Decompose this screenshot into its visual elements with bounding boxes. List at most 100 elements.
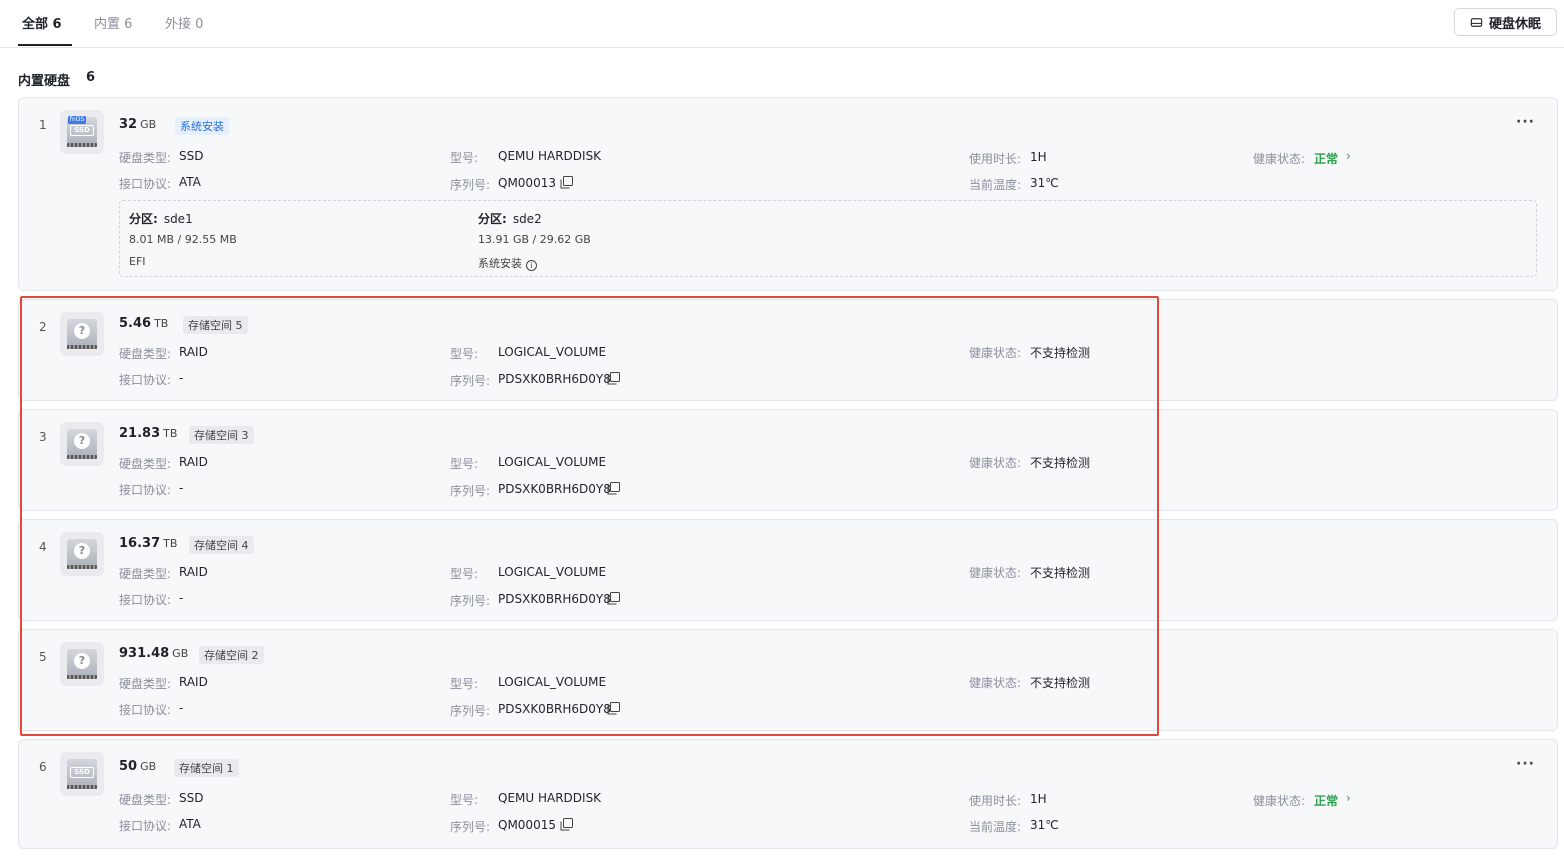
serial-label: 序列号: [450, 178, 491, 192]
disk-type-label: 硬盘类型: [119, 347, 172, 361]
disk-capacity: 50 GB [119, 759, 157, 774]
disk-card-4[interactable]: 4 ? 16.37 TB 存储空间 4 硬盘类型: RAID 型号: LOGICA… [18, 519, 1558, 621]
serial-value: QM00015 [498, 818, 556, 832]
model-label: 型号: [450, 793, 479, 807]
disk-type-label: 硬盘类型: [119, 151, 172, 165]
disk-capacity: 21.83 TB [119, 426, 178, 441]
active-tab-indicator [18, 44, 72, 46]
copy-icon[interactable] [607, 372, 620, 385]
unknown-disk-icon: ? [60, 422, 104, 466]
serial-label: 序列号: [450, 374, 491, 388]
more-options-icon[interactable]: ··· [1516, 756, 1535, 772]
protocol-value: - [179, 371, 184, 385]
model-label: 型号: [450, 347, 479, 361]
health-value[interactable]: 正常 [1314, 150, 1338, 167]
health-label: 健康状态: [1253, 152, 1306, 166]
disk-type-label: 硬盘类型: [119, 457, 172, 471]
disk-type-value: SSD [179, 149, 204, 163]
serial-label: 序列号: [450, 594, 491, 608]
model-value: QEMU HARDDISK [498, 149, 602, 163]
disk-index: 6 [39, 760, 47, 774]
disk-type-value: SSD [179, 791, 204, 805]
protocol-value: - [179, 481, 184, 495]
disk-card-3[interactable]: 3 ? 21.83 TB 存储空间 3 硬盘类型: RAID 型号: LOGICA… [18, 409, 1558, 511]
partition-note: EFI [129, 255, 146, 268]
disk-capacity: 16.37 TB [119, 536, 178, 551]
partition-list: 分区: sde1 8.01 MB / 92.55 MB EFI 分区: sde2 1… [119, 200, 1537, 277]
disk-type-value: RAID [179, 455, 208, 469]
temp-value: 31℃ [1030, 176, 1059, 190]
disk-type-label: 硬盘类型: [119, 793, 172, 807]
disk-card-6[interactable]: 6 SSD 50 GB 存储空间 1 ··· 硬盘类型: SSD 型号: QEMU… [18, 739, 1558, 849]
disk-card-1[interactable]: 1 SSD fnOS 32 GB 系统安装 ··· 硬盘类型: SSD 型号: QE… [18, 97, 1558, 291]
unknown-disk-icon: ? [60, 532, 104, 576]
model-value: QEMU HARDDISK [498, 791, 602, 805]
section-title: 内置硬盘 [18, 74, 71, 89]
copy-icon[interactable] [607, 702, 620, 715]
health-value: 不支持检测 [1030, 456, 1091, 470]
serial-label: 序列号: [450, 484, 491, 498]
model-value: LOGICAL_VOLUME [498, 455, 607, 469]
disk-badge: 存储空间 1 [174, 759, 239, 777]
protocol-label: 接口协议: [119, 703, 172, 717]
tab-external[interactable]: 外接 0 [165, 13, 203, 32]
model-value: LOGICAL_VOLUME [498, 345, 607, 359]
usage-value: 1H [1030, 150, 1047, 164]
unknown-disk-icon: ? [60, 312, 104, 356]
health-label: 健康状态: [1253, 794, 1306, 808]
serial-value: PDSXK0BRH6D0Y8 [498, 702, 611, 716]
tab-internal[interactable]: 内置 6 [94, 13, 132, 32]
disk-card-2[interactable]: 2 ? 5.46 TB 存储空间 5 硬盘类型: RAID 型号: LOGICAL… [18, 299, 1558, 401]
usage-label: 使用时长: [969, 152, 1022, 166]
partition-note: 系统安装 i [478, 255, 537, 271]
health-value[interactable]: 正常 [1314, 792, 1338, 809]
disk-index: 5 [39, 650, 47, 664]
disk-index: 4 [39, 540, 47, 554]
model-label: 型号: [450, 151, 479, 165]
health-value: 不支持检测 [1030, 566, 1091, 580]
protocol-label: 接口协议: [119, 593, 172, 607]
more-options-icon[interactable]: ··· [1516, 114, 1535, 130]
disk-sleep-button[interactable]: 硬盘休眠 [1454, 8, 1557, 36]
usage-label: 使用时长: [969, 794, 1022, 808]
copy-icon[interactable] [560, 176, 573, 189]
copy-icon[interactable] [560, 818, 573, 831]
model-value: LOGICAL_VOLUME [498, 675, 607, 689]
usage-value: 1H [1030, 792, 1047, 806]
disk-type-value: RAID [179, 345, 208, 359]
partition-sde2: 分区: sde2 [478, 212, 542, 226]
disk-badge: 存储空间 3 [189, 426, 254, 444]
disk-capacity: 32 GB [119, 117, 157, 132]
protocol-label: 接口协议: [119, 373, 172, 387]
partition-size: 13.91 GB / 29.62 GB [478, 233, 591, 246]
disk-sleep-icon [1470, 17, 1483, 27]
protocol-label: 接口协议: [119, 819, 172, 833]
section-count: 6 [86, 70, 96, 85]
health-value: 不支持检测 [1030, 346, 1091, 360]
serial-label: 序列号: [450, 704, 491, 718]
copy-icon[interactable] [607, 482, 620, 495]
info-icon[interactable]: i [526, 260, 537, 271]
temp-label: 当前温度: [969, 820, 1022, 834]
ssd-icon: SSD [60, 752, 104, 796]
partition-sde1: 分区: sde1 [129, 212, 193, 226]
serial-label: 序列号: [450, 820, 491, 834]
disk-capacity: 5.46 TB [119, 316, 169, 331]
tab-bar: 全部 6 内置 6 外接 0 硬盘休眠 [0, 0, 1564, 48]
tab-all[interactable]: 全部 6 [22, 13, 62, 32]
protocol-value: - [179, 591, 184, 605]
chevron-right-icon[interactable]: › [1346, 149, 1351, 163]
disk-type-label: 硬盘类型: [119, 677, 172, 691]
temp-label: 当前温度: [969, 178, 1022, 192]
disk-badge: 存储空间 2 [199, 646, 264, 664]
disk-type-value: RAID [179, 565, 208, 579]
model-label: 型号: [450, 677, 479, 691]
chevron-right-icon[interactable]: › [1346, 791, 1351, 805]
protocol-value: ATA [179, 175, 201, 189]
health-label: 健康状态: [969, 456, 1022, 470]
copy-icon[interactable] [607, 592, 620, 605]
disk-sleep-label: 硬盘休眠 [1488, 16, 1541, 32]
model-label: 型号: [450, 567, 479, 581]
disk-card-5[interactable]: 5 ? 931.48 GB 存储空间 2 硬盘类型: RAID 型号: LOGIC… [18, 629, 1558, 731]
temp-value: 31℃ [1030, 818, 1059, 832]
